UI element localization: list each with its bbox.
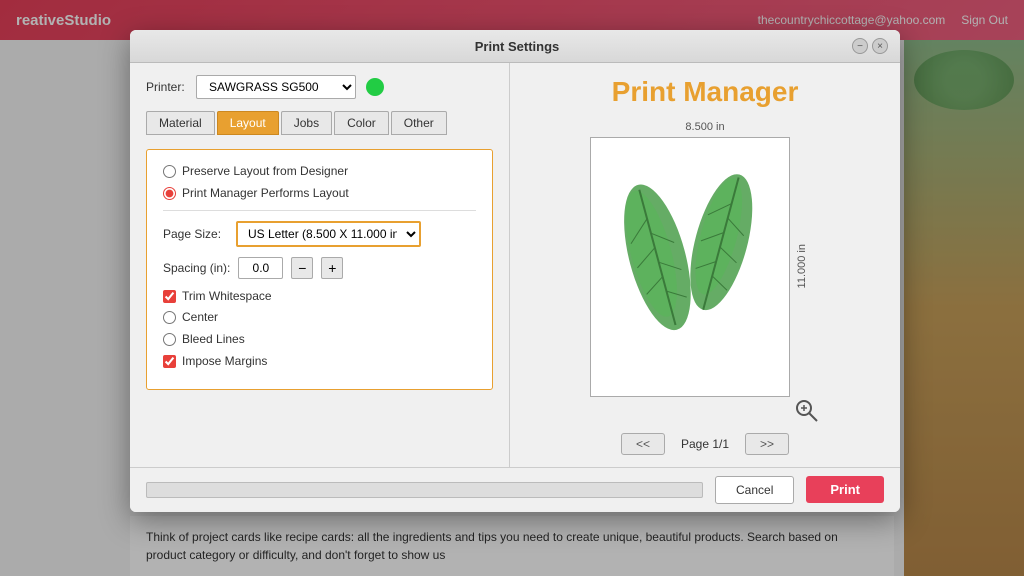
preview-height-label: 11.000 in	[796, 244, 808, 288]
spacing-row: Spacing (in): − +	[163, 257, 476, 279]
printer-status-indicator	[366, 78, 384, 96]
preserve-layout-label: Preserve Layout from Designer	[182, 164, 348, 178]
modal-content: Printer: SAWGRASS SG500 Material Layout …	[130, 63, 900, 467]
tab-color[interactable]: Color	[334, 111, 389, 135]
tab-layout[interactable]: Layout	[217, 111, 279, 135]
page-size-label: Page Size:	[163, 227, 228, 241]
spacing-input[interactable]	[238, 257, 283, 279]
print-manager-title: Print Manager	[612, 75, 799, 109]
page-size-select[interactable]: US Letter (8.500 X 11.000 in)	[236, 221, 421, 247]
divider	[163, 210, 476, 211]
preserve-layout-row: Preserve Layout from Designer	[163, 164, 476, 178]
preview-width-label: 8.500 in	[590, 121, 820, 133]
window-controls: − ×	[852, 38, 888, 54]
preserve-layout-radio[interactable]	[163, 165, 176, 178]
spacing-increment-button[interactable]: +	[321, 257, 343, 279]
tab-material[interactable]: Material	[146, 111, 215, 135]
print-settings-dialog: Print Settings − × Printer: SAWGRASS SG5…	[130, 30, 900, 512]
progress-bar	[146, 482, 703, 498]
zoom-icon-container	[792, 396, 820, 427]
spacing-decrement-button[interactable]: −	[291, 257, 313, 279]
modal-titlebar: Print Settings − ×	[130, 30, 900, 63]
tab-other[interactable]: Other	[391, 111, 447, 135]
print-preview-area: 8.500 in	[590, 121, 820, 397]
printer-label: Printer:	[146, 80, 186, 94]
print-button[interactable]: Print	[806, 476, 884, 503]
printer-row: Printer: SAWGRASS SG500	[146, 75, 493, 99]
settings-tabs: Material Layout Jobs Color Other	[146, 111, 493, 135]
printer-select[interactable]: SAWGRASS SG500	[196, 75, 356, 99]
left-panel: Printer: SAWGRASS SG500 Material Layout …	[130, 63, 510, 467]
print-manager-layout-radio[interactable]	[163, 187, 176, 200]
preview-paper	[590, 137, 790, 397]
page-size-row: Page Size: US Letter (8.500 X 11.000 in)	[163, 221, 476, 247]
print-manager-title-orange: Manager	[683, 76, 798, 107]
spacing-label: Spacing (in):	[163, 261, 230, 275]
print-manager-layout-label: Print Manager Performs Layout	[182, 186, 349, 200]
tab-jobs[interactable]: Jobs	[281, 111, 332, 135]
center-radio[interactable]	[163, 311, 176, 324]
bleed-lines-radio[interactable]	[163, 333, 176, 346]
minimize-button[interactable]: −	[852, 38, 868, 54]
settings-box: Preserve Layout from Designer Print Mana…	[146, 149, 493, 390]
bleed-lines-label: Bleed Lines	[182, 332, 245, 346]
next-page-button[interactable]: >>	[745, 433, 789, 455]
impose-margins-checkbox[interactable]	[163, 355, 176, 368]
close-button[interactable]: ×	[872, 38, 888, 54]
page-navigation: << Page 1/1 >>	[621, 433, 789, 455]
bleed-lines-row: Bleed Lines	[163, 332, 476, 346]
center-row: Center	[163, 310, 476, 324]
trim-whitespace-row: Trim Whitespace	[163, 289, 476, 303]
trim-whitespace-label: Trim Whitespace	[182, 289, 272, 303]
impose-margins-row: Impose Margins	[163, 354, 476, 368]
preview-container: 11.000 in	[590, 137, 820, 397]
page-indicator: Page 1/1	[681, 437, 729, 451]
right-panel: Print Manager 8.500 in	[510, 63, 900, 467]
modal-title: Print Settings	[182, 39, 852, 54]
print-manager-title-gray: Print	[612, 76, 684, 107]
zoom-icon[interactable]	[792, 396, 820, 424]
trim-whitespace-checkbox[interactable]	[163, 290, 176, 303]
cancel-button[interactable]: Cancel	[715, 476, 794, 504]
print-manager-layout-row: Print Manager Performs Layout	[163, 186, 476, 200]
impose-margins-label: Impose Margins	[182, 354, 267, 368]
modal-footer: Cancel Print	[130, 467, 900, 512]
prev-page-button[interactable]: <<	[621, 433, 665, 455]
center-label: Center	[182, 310, 218, 324]
leaf-preview-image	[600, 147, 780, 387]
